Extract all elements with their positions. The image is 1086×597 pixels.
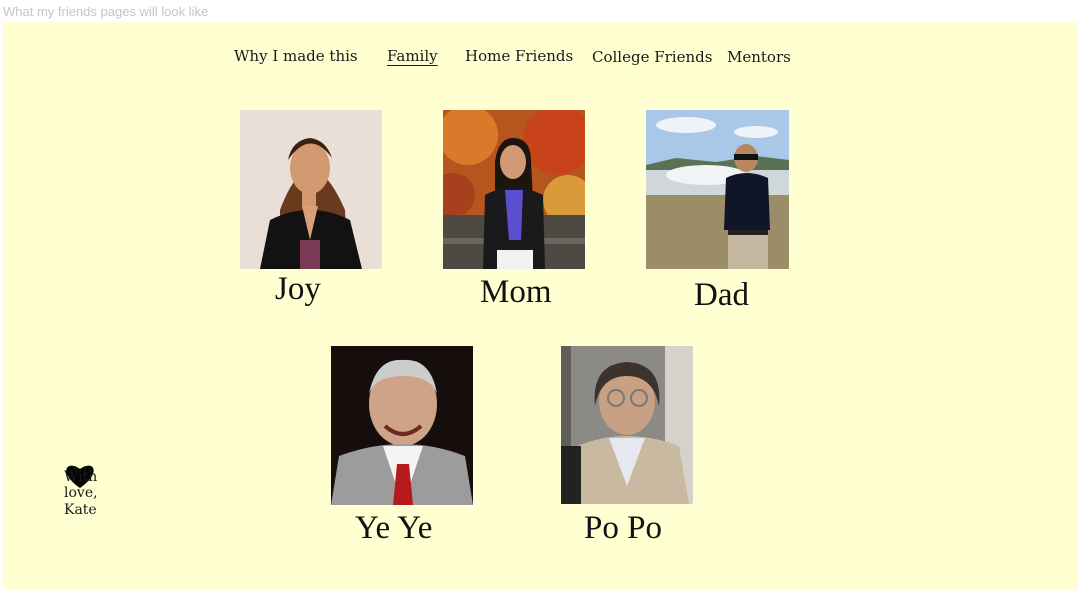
nav-college-friends[interactable]: College Friends [592, 48, 712, 66]
photo-joy[interactable] [240, 110, 382, 269]
nav-family[interactable]: Family [387, 47, 438, 65]
signature-line-3: Kate [64, 502, 97, 518]
name-po-po: Po Po [584, 510, 662, 546]
name-mom: Mom [480, 274, 552, 310]
nav-mentors[interactable]: Mentors [727, 48, 791, 66]
signature-line-1: With [64, 469, 98, 485]
frame-title: What my friends pages will look like [3, 4, 209, 19]
photo-mom[interactable] [443, 110, 585, 269]
nav-home-friends[interactable]: Home Friends [465, 47, 573, 65]
nav-why-i-made-this[interactable]: Why I made this [234, 47, 358, 65]
name-joy: Joy [275, 271, 321, 307]
name-dad: Dad [694, 277, 749, 313]
photo-dad[interactable] [646, 110, 789, 269]
photo-ye-ye[interactable] [331, 346, 473, 505]
name-ye-ye: Ye Ye [355, 510, 433, 546]
page-canvas: Why I made this Family Home Friends Coll… [3, 22, 1078, 590]
signature-line-2: love, [64, 485, 98, 501]
photo-po-po[interactable] [561, 346, 693, 504]
